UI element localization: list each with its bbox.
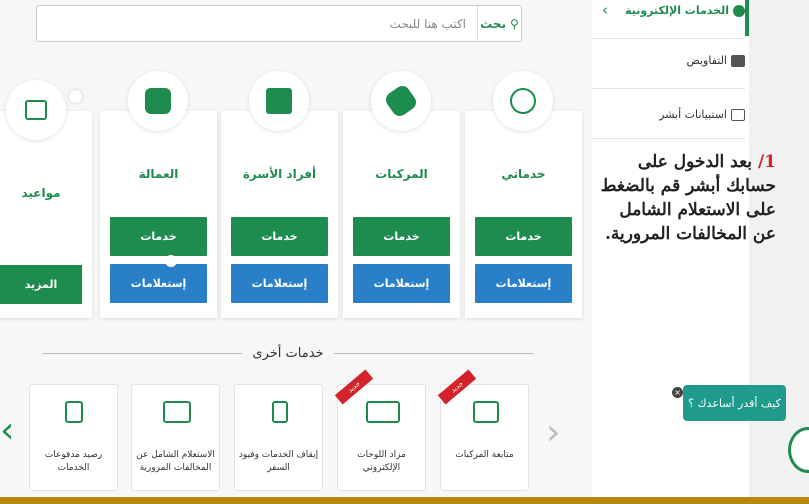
sidebar-item-surveys[interactable]: استبيانات أبشر [659, 108, 745, 121]
instruction-number: 1/ [757, 152, 776, 172]
sidebar-item-label: التفاويض [686, 54, 728, 67]
calendar-icon [6, 80, 66, 140]
receipt-icon [65, 401, 83, 423]
briefcase-icon [731, 54, 745, 67]
card-my-services: خدماتي خدمات إستعلامات [465, 71, 582, 318]
inquiries-button[interactable]: إستعلامات [231, 264, 328, 303]
workers-icon [128, 71, 188, 131]
other-services-title: خدمات أخرى [252, 346, 324, 361]
services-button[interactable]: خدمات [231, 217, 328, 256]
search-input[interactable] [37, 6, 476, 41]
family-icon [249, 71, 309, 131]
cursor-dot [165, 255, 177, 267]
chat-help-button[interactable]: كيف أقدر أساعدك ؟ [683, 385, 786, 421]
sidebar-item-delegations[interactable]: التفاويض [686, 54, 745, 67]
carousel-dot[interactable] [69, 90, 82, 103]
car-icon [371, 71, 431, 131]
chevron-left-icon[interactable]: ‹ [602, 1, 608, 19]
sidebar-item-label: استبيانات أبشر [659, 108, 727, 121]
new-badge: جديد [437, 369, 477, 405]
search-button[interactable]: بحث ⚲ [477, 6, 521, 41]
search-icon: ⚲ [510, 16, 519, 31]
new-badge: جديد [334, 369, 374, 405]
search-bar: بحث ⚲ [36, 5, 522, 42]
services-icon [733, 4, 745, 17]
card-workers: العمالة خدمات إستعلامات [100, 71, 217, 318]
tile-traffic-violations[interactable]: الاستعلام الشامل عن المخالفات المرورية [131, 384, 220, 491]
inquiries-button[interactable]: إستعلامات [353, 264, 450, 303]
vehicles-icon [473, 401, 499, 423]
instruction-overlay: 1/ بعد الدخول على حسابك أبشر قم بالضغط ع… [596, 150, 776, 246]
divider [592, 88, 745, 89]
globe-icon [493, 71, 553, 131]
tile-label: متابعة المركبات [455, 450, 514, 460]
search-button-label: بحث [480, 16, 507, 31]
sidebar-header-label: الخدمات الإلكترونية [625, 4, 729, 17]
card-title: المركبات [375, 167, 428, 181]
active-indicator [745, 0, 749, 36]
id-card-icon [163, 401, 191, 423]
services-button[interactable]: خدمات [353, 217, 450, 256]
services-button[interactable]: خدمات [110, 217, 207, 256]
tile-label: مزاد اللوحات الإلكتروني [357, 450, 406, 473]
card-family: أفراد الأسرة خدمات إستعلامات [221, 71, 338, 318]
inquiries-button[interactable]: إستعلامات [110, 264, 207, 303]
plates-icon [366, 401, 400, 423]
divider [592, 38, 745, 39]
card-title: خدماتي [501, 167, 546, 181]
inquiries-button[interactable]: إستعلامات [475, 264, 572, 303]
card-title: أفراد الأسرة [242, 167, 317, 181]
close-icon[interactable]: × [672, 387, 683, 398]
chevron-left-icon[interactable]: ‹ [0, 410, 14, 451]
more-button[interactable]: المزيد [0, 265, 82, 304]
divider [333, 353, 534, 354]
tile-stop-services[interactable]: إيقاف الخدمات وقيود السفر [234, 384, 323, 491]
chevron-right-icon[interactable]: › [546, 412, 560, 453]
services-button[interactable]: خدمات [475, 217, 572, 256]
tile-label: رصيد مدفوعات الخدمات [44, 450, 103, 473]
divider [42, 353, 243, 354]
sidebar: ‹ الخدمات الإلكترونية التفاويض استبيانات… [592, 0, 809, 504]
tile-label: الاستعلام الشامل عن المخالفات المرورية [136, 450, 215, 473]
clipboard-icon [731, 108, 745, 121]
tile-vehicle-tracking[interactable]: جديد متابعة المركبات [437, 369, 529, 491]
other-services-heading: خدمات أخرى [0, 346, 576, 361]
taskbar-strip [0, 497, 809, 504]
instruction-text: بعد الدخول على حسابك أبشر قم بالضغط على … [600, 152, 776, 244]
tile-plates-auction[interactable]: جديد مزاد اللوحات الإلكتروني [334, 369, 426, 491]
tile-label: إيقاف الخدمات وقيود السفر [238, 450, 319, 473]
stop-icon [272, 401, 288, 423]
card-title: العمالة [138, 167, 179, 181]
card-title: مواعيد [21, 186, 61, 200]
sidebar-header[interactable]: الخدمات الإلكترونية [625, 4, 745, 17]
tile-payments-balance[interactable]: رصيد مدفوعات الخدمات [29, 384, 118, 491]
card-vehicles: المركبات خدمات إستعلامات [343, 71, 460, 318]
divider [592, 138, 745, 139]
